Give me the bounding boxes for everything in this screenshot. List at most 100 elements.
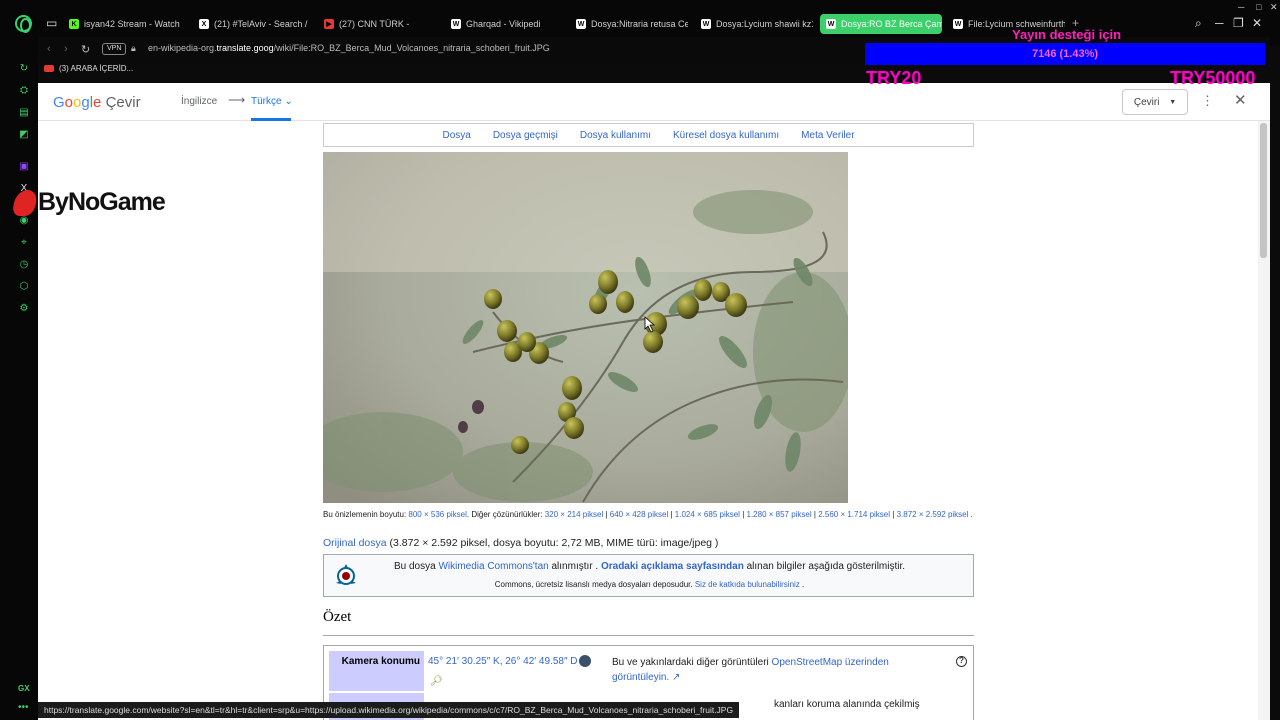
translation-button-label: Çeviri (1133, 96, 1160, 108)
scrollbar-thumb[interactable] (1260, 123, 1267, 258)
tab-metadata[interactable]: Meta Veriler (801, 130, 854, 141)
twitch-icon[interactable]: ▣ (18, 160, 30, 172)
tab-file-usage[interactable]: Dosya kullanımı (580, 130, 651, 141)
resolution-link[interactable]: 1.280 × 857 piksel (747, 510, 812, 519)
translate-header: Google Çevir İngilizce ⟶ Türkçe ⌄ Çeviri… (38, 83, 1270, 121)
browser-tab[interactable]: W Gharqad - Vikipedi (445, 14, 560, 34)
source-language[interactable]: İngilizce (181, 96, 217, 107)
help-icon[interactable]: ? (956, 656, 967, 667)
globe-icon[interactable] (579, 655, 591, 667)
wikipedia-icon: W (701, 19, 711, 29)
minimize-icon[interactable]: ─ (1215, 16, 1224, 30)
commons-notice-line2: Commons, ücretsiz lisanslı medya dosyala… (324, 580, 975, 589)
gx-corner-icon[interactable]: GX (18, 684, 30, 693)
tab-label: Gharqad - Vikipedi (466, 19, 541, 29)
tab-label: (21) #TelAviv - Search / X (214, 19, 308, 29)
commons-text-d: Commons, ücretsiz lisanslı medya dosyala… (494, 580, 693, 589)
url-prefix: en-wikipedia-org. (148, 43, 217, 53)
resolution-link[interactable]: 640 × 428 piksel (610, 510, 669, 519)
tab-label: Dosya:Lycium shawii kz14 (716, 19, 813, 29)
reload-icon[interactable]: ↻ (81, 43, 90, 56)
settings-icon[interactable]: ⚙ (18, 302, 30, 314)
summary-heading: Özet (323, 609, 352, 625)
browser-tab[interactable]: X (21) #TelAviv - Search / X (193, 14, 308, 34)
browser-tab[interactable]: ▶ (27) CNN TÜRK - (318, 14, 438, 34)
resolution-link[interactable]: 320 × 214 piksel (545, 510, 604, 519)
refresh-sidebar-icon[interactable]: ↻ (18, 62, 30, 74)
more-options-icon[interactable]: ⋮ (1201, 93, 1214, 109)
commons-notice-line1: Bu dosya Wikimedia Commons'tan alınmıştı… (324, 561, 975, 572)
bynogame-wordmark: ByNoGame (38, 188, 166, 216)
bookmark-label: (3) ARABA İÇERİD... (59, 64, 134, 73)
tab-file[interactable]: Dosya (442, 130, 470, 141)
status-bar-url: https://translate.google.com/website?sl=… (38, 702, 740, 718)
browser-tab[interactable]: W Dosya:Nitraria retusa Cer (570, 14, 688, 34)
messenger-icon[interactable]: ◩ (18, 128, 30, 140)
target-language[interactable]: Türkçe ⌄ (251, 96, 293, 107)
description-page-link[interactable]: Oradaki açıklama sayfasından (601, 561, 744, 572)
coordinates-link[interactable]: 45° 21′ 30.25″ K, 26° 42′ 49.58″ D (428, 656, 578, 667)
caret-down-icon: ▼ (1169, 98, 1177, 106)
tab-label: Dosya:RO BZ Berca Çamur (841, 19, 942, 29)
preview-size-link[interactable]: 800 × 536 piksel (408, 510, 467, 519)
arrow-right-icon: ⟶ (228, 93, 246, 107)
osm-text: Bu ve yakınlardaki diğer görüntüleri (612, 657, 769, 668)
resolution-info: Bu önizlemenin boyutu: 800 × 536 piksel.… (323, 510, 973, 519)
pin-icon[interactable]: ⌖ (18, 236, 30, 248)
extensions-icon[interactable]: ⬡ (18, 280, 30, 292)
browser-tab[interactable]: W Dosya:Lycium shawii kz14 (695, 14, 813, 34)
kick-icon: K (69, 19, 79, 29)
other-resolutions-label: . Diğer çözünürlükler: (466, 510, 543, 519)
resolution-link[interactable]: 3.872 × 2.592 piksel (897, 510, 969, 519)
original-file-info: (3.872 × 2.592 piksel, dosya boyutu: 2,7… (389, 537, 719, 549)
commons-text-end: . (802, 580, 805, 589)
window-close-icon[interactable]: ✕ (1270, 2, 1278, 13)
translation-button[interactable]: Çeviri ▼ (1122, 89, 1188, 115)
commons-text-c: alınan bilgiler aşağıda gösterilmiştir. (746, 561, 906, 572)
news-icon[interactable]: ▤ (18, 106, 30, 118)
bynogame-logo: ByNoGame (11, 188, 166, 217)
window-restore-icon[interactable]: □ (1256, 2, 1261, 12)
vpn-badge[interactable]: VPN (102, 43, 127, 55)
browser-tab[interactable]: W Dosya:RO BZ Berca Çamur (820, 14, 942, 34)
tab-global-usage[interactable]: Küresel dosya kullanımı (673, 130, 779, 141)
web-page: Google Çevir İngilizce ⟶ Türkçe ⌄ Çeviri… (38, 83, 1270, 720)
lock-icon[interactable]: 🔒︎ (131, 43, 136, 54)
search-tabs-icon[interactable]: ⌕ (1195, 16, 1202, 31)
tab-file-history[interactable]: Dosya geçmişi (493, 130, 558, 141)
maximize-icon[interactable]: ❐ (1233, 16, 1244, 30)
logo-cevir: Çevir (105, 94, 141, 111)
donation-progress-text: 7146 (1.43%) (1031, 48, 1099, 60)
wikipedia-icon: W (826, 19, 836, 29)
resolution-link[interactable]: 2.560 × 1.714 piksel (818, 510, 890, 519)
more-icon[interactable]: ••• (18, 702, 29, 713)
forward-icon[interactable]: › (64, 43, 68, 55)
browser-tab[interactable]: Kisyan42 Stream - Watch L (63, 14, 183, 34)
opera-logo-icon[interactable] (15, 15, 32, 33)
wikipedia-icon: W (953, 19, 963, 29)
map-magnifier-icon[interactable]: 🔎︎ (430, 676, 443, 687)
url-path: /wiki/File:RO_BZ_Berca_Mud_Volcanoes_nit… (273, 43, 550, 53)
tab-label: (27) CNN TÜRK - (339, 19, 410, 29)
history-icon[interactable]: ◷ (18, 258, 30, 270)
google-translate-logo[interactable]: Google Çevir (53, 94, 141, 111)
wikipedia-icon: W (576, 19, 586, 29)
commons-link[interactable]: Wikimedia Commons'tan (438, 561, 548, 572)
back-icon[interactable]: ‹ (47, 43, 51, 55)
url-field[interactable]: en-wikipedia-org.translate.goog/wiki/Fil… (148, 43, 550, 53)
donation-progress-bar: 7146 (1.43%) (865, 43, 1265, 65)
window-minimize-icon[interactable]: ─ (1238, 2, 1244, 12)
bag-icon[interactable]: ⛭ (18, 84, 30, 96)
tab-island-icon[interactable]: ▭ (46, 16, 57, 30)
logo-letter: G (53, 94, 65, 111)
resolution-link[interactable]: 1.024 × 685 piksel (675, 510, 740, 519)
original-file-link[interactable]: Orijinal dosya (323, 537, 387, 549)
file-image[interactable] (323, 152, 848, 503)
camera-location-label: Kamera konumu (329, 651, 424, 691)
close-translate-icon[interactable]: ✕ (1234, 91, 1247, 109)
close-window-icon[interactable]: ✕ (1252, 16, 1262, 30)
bookmark-item[interactable]: (3) ARABA İÇERİD... (44, 64, 133, 73)
contribute-link[interactable]: Siz de katkıda bulunabilirsiniz (695, 580, 800, 589)
protected-area-text: kanları koruma alanında çekilmiş (774, 699, 920, 710)
target-language-label: Türkçe (251, 96, 282, 107)
